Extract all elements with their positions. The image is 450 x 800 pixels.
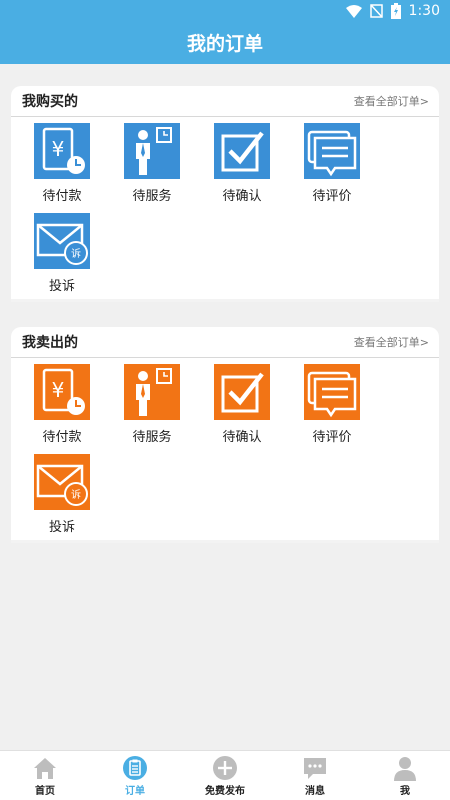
sell-card-header: 我卖出的 查看全部订单> xyxy=(11,327,439,358)
buy-item-complaint[interactable]: 诉 投诉 xyxy=(17,213,107,294)
buy-item-review-pending[interactable]: 待评价 xyxy=(287,123,377,204)
tab-orders-label: 订单 xyxy=(125,786,145,797)
buy-item-service-pending-label: 待服务 xyxy=(132,189,172,204)
sell-item-complaint-label: 投诉 xyxy=(48,520,75,535)
battery-icon xyxy=(390,3,401,19)
tab-me-label: 我 xyxy=(400,786,410,797)
buy-item-confirm-pending-label: 待确认 xyxy=(222,189,262,204)
sell-item-review-pending[interactable]: 待评价 xyxy=(287,364,377,445)
sell-item-review-pending-label: 待评价 xyxy=(312,430,352,445)
service-pending-icon xyxy=(124,364,180,420)
buy-view-all-link[interactable]: 查看全部订单> xyxy=(354,93,429,109)
bottom-tab-bar: 首页 订单 免费发布 消息 我 xyxy=(0,750,450,800)
buy-item-complaint-label: 投诉 xyxy=(48,279,75,294)
buy-section-title: 我购买的 xyxy=(22,94,78,110)
buy-item-payment-pending[interactable]: ¥ 待付款 xyxy=(17,123,107,204)
svg-text:诉: 诉 xyxy=(71,488,81,501)
app-bar: 我的订单 xyxy=(0,24,450,64)
page-title: 我的订单 xyxy=(186,33,263,55)
tab-home[interactable]: 首页 xyxy=(0,751,90,800)
review-pending-icon xyxy=(304,123,360,179)
payment-pending-icon: ¥ xyxy=(34,123,90,179)
home-icon xyxy=(34,758,56,779)
tab-home-label: 首页 xyxy=(35,786,55,797)
sell-item-payment-pending[interactable]: ¥ 待付款 xyxy=(17,364,107,445)
payment-pending-icon: ¥ xyxy=(34,364,90,420)
svg-text:诉: 诉 xyxy=(71,247,81,260)
sell-item-service-pending-label: 待服务 xyxy=(132,430,172,445)
sell-item-service-pending[interactable]: 待服务 xyxy=(107,364,197,445)
card-bottom-divider xyxy=(11,299,439,302)
sell-item-confirm-pending-label: 待确认 xyxy=(222,430,262,445)
tab-me[interactable]: 我 xyxy=(360,751,450,800)
complaint-icon: 诉 xyxy=(34,454,90,510)
tab-messages[interactable]: 消息 xyxy=(270,751,360,800)
sell-section-title: 我卖出的 xyxy=(22,335,78,351)
status-bar: 1:30 xyxy=(0,0,450,24)
wifi-icon xyxy=(345,4,362,18)
service-pending-icon xyxy=(124,123,180,179)
buy-item-service-pending[interactable]: 待服务 xyxy=(107,123,197,204)
confirm-pending-icon xyxy=(214,364,270,420)
message-icon xyxy=(304,758,326,779)
svg-text:¥: ¥ xyxy=(52,378,65,402)
tab-orders[interactable]: 订单 xyxy=(90,751,180,800)
status-time: 1:30 xyxy=(408,3,440,19)
complaint-icon: 诉 xyxy=(34,213,90,269)
buy-item-review-pending-label: 待评价 xyxy=(312,189,352,204)
sell-view-all-link[interactable]: 查看全部订单> xyxy=(354,334,429,350)
user-icon xyxy=(394,757,416,781)
review-pending-icon xyxy=(304,364,360,420)
sell-item-complaint[interactable]: 诉 投诉 xyxy=(17,454,107,535)
sell-orders-card: 我卖出的 查看全部订单> ¥ 待付款 待服务 待确认 待评价 诉 投诉 xyxy=(11,327,439,543)
tab-free-publish[interactable]: 免费发布 xyxy=(180,751,270,800)
no-signal-icon xyxy=(369,4,383,18)
plus-circle-icon xyxy=(213,756,237,780)
tab-messages-label: 消息 xyxy=(305,786,325,797)
confirm-pending-icon xyxy=(214,123,270,179)
sell-item-payment-pending-label: 待付款 xyxy=(42,430,82,445)
card-bottom-divider xyxy=(11,540,439,543)
order-icon xyxy=(123,756,147,780)
buy-orders-card: 我购买的 查看全部订单> ¥ 待付款 待服务 待确认 待评价 诉 投诉 xyxy=(11,86,439,302)
buy-card-header: 我购买的 查看全部订单> xyxy=(11,86,439,117)
buy-item-payment-pending-label: 待付款 xyxy=(42,189,82,204)
buy-item-confirm-pending[interactable]: 待确认 xyxy=(197,123,287,204)
sell-item-confirm-pending[interactable]: 待确认 xyxy=(197,364,287,445)
svg-text:¥: ¥ xyxy=(52,137,65,161)
tab-free-publish-label: 免费发布 xyxy=(205,786,245,797)
status-icons: 1:30 xyxy=(345,3,440,19)
